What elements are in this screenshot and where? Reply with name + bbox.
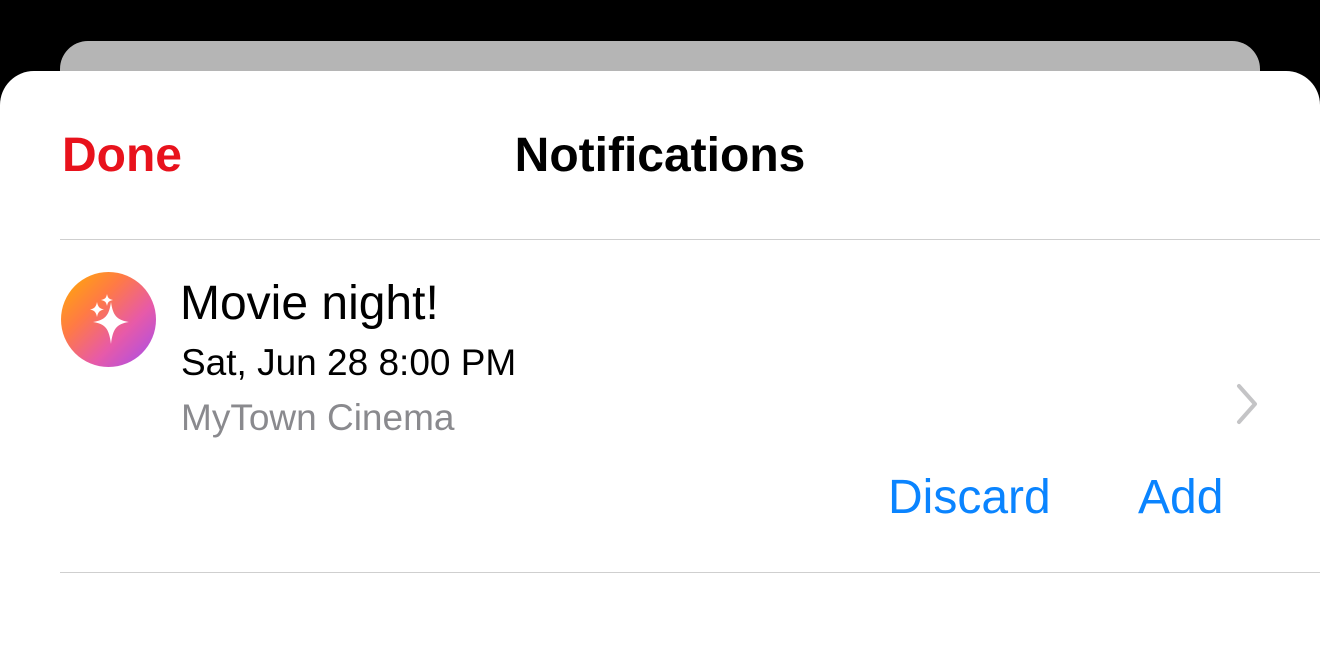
notification-title: Movie night! [180, 277, 439, 330]
sparkles-icon [61, 272, 156, 367]
notifications-sheet: Done Notifications Movie night! Sat, Jun… [0, 71, 1320, 654]
screen: Done Notifications Movie night! Sat, Jun… [0, 0, 1320, 654]
notification-location: MyTown Cinema [181, 397, 455, 438]
nav-bar: Done Notifications [0, 71, 1320, 239]
add-button[interactable]: Add [1138, 468, 1223, 528]
divider-bottom [60, 572, 1320, 573]
notification-datetime: Sat, Jun 28 8:00 PM [181, 342, 517, 383]
page-title: Notifications [514, 129, 806, 182]
chevron-right-icon [1237, 384, 1257, 424]
notification-item[interactable]: Movie night! Sat, Jun 28 8:00 PM MyTown … [0, 240, 1320, 572]
discard-button[interactable]: Discard [888, 468, 1051, 528]
